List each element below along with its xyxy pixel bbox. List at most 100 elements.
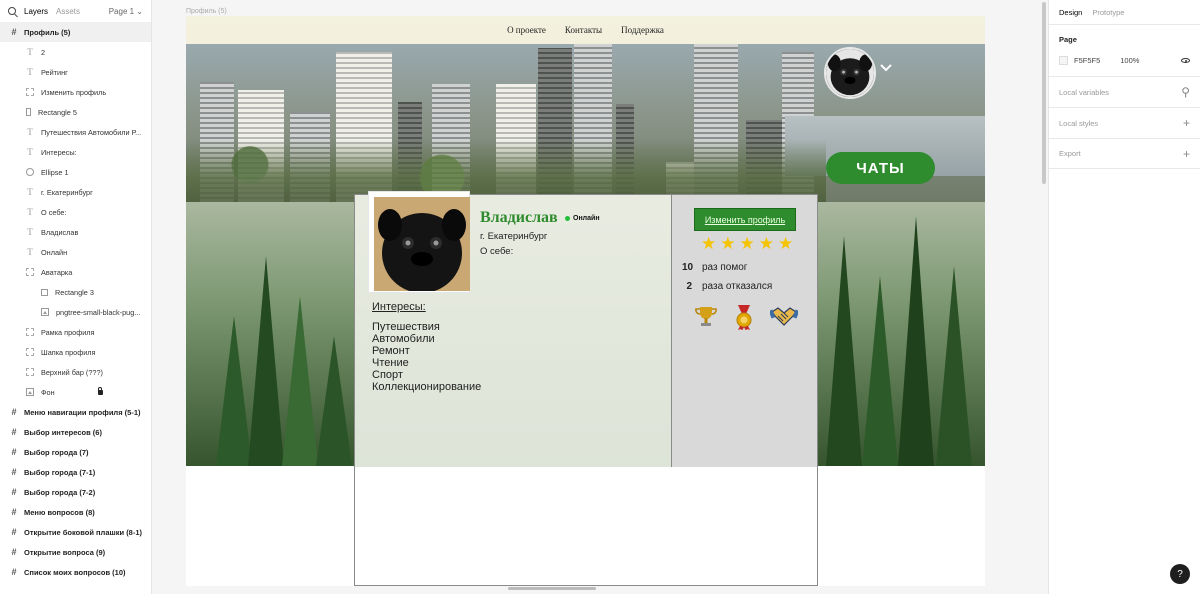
frame-icon: #: [11, 487, 17, 497]
layer-frame-row[interactable]: # Открытие боковой плашки (8-1): [0, 522, 151, 542]
layer-label: Выбор города (7): [24, 447, 89, 457]
profile-card-body: Владислав Онлайн г. Екатеринбург О себе:…: [355, 191, 817, 467]
layer-row[interactable]: pngtree-small-black-pug...: [0, 302, 151, 322]
layer-row[interactable]: T О себе:: [0, 202, 151, 222]
design-canvas[interactable]: Профиль (5) О проекте Контакты Поддержка…: [152, 0, 1048, 594]
profile-about-label: О себе:: [480, 246, 514, 257]
profile-name: Владислав: [480, 209, 558, 226]
layer-row[interactable]: Рамка профиля: [0, 322, 151, 342]
star-icon: ★: [778, 234, 794, 253]
layer-row[interactable]: Изменить профиль: [0, 82, 151, 102]
layer-row[interactable]: T Онлайн: [0, 242, 151, 262]
frame-label[interactable]: Профиль (5): [186, 8, 227, 15]
text-icon: T: [27, 127, 33, 137]
star-icon: ★: [701, 234, 717, 253]
layer-row[interactable]: T Рейтинг: [0, 62, 151, 82]
layer-row[interactable]: Ellipse 1: [0, 162, 151, 182]
layer-frame-row[interactable]: # Открытие вопроса (9): [0, 542, 151, 562]
chevron-down-icon[interactable]: [880, 62, 892, 74]
edit-profile-button[interactable]: Изменить профиль: [694, 208, 796, 231]
interest-item: Путешествия: [372, 321, 440, 333]
layer-frame-row[interactable]: # Меню навигации профиля (5-1): [0, 402, 151, 422]
online-label: Онлайн: [573, 215, 600, 222]
frame-icon: #: [11, 567, 17, 577]
layer-row[interactable]: Rectangle 5: [0, 102, 151, 122]
fill-swatch[interactable]: [1059, 56, 1068, 65]
layer-row[interactable]: T2: [0, 42, 151, 62]
layer-row[interactable]: Аватарка: [0, 262, 151, 282]
export-section[interactable]: Export +: [1049, 138, 1200, 169]
rectangle-icon: [41, 288, 48, 296]
text-icon: T: [27, 207, 33, 217]
plus-icon[interactable]: +: [1183, 147, 1190, 161]
layer-frame-profile[interactable]: # Профиль (5): [0, 22, 151, 42]
horizontal-scrollbar[interactable]: [508, 587, 596, 590]
group-icon: [26, 328, 34, 336]
layer-row[interactable]: Верхний бар (???): [0, 362, 151, 382]
plus-icon[interactable]: +: [1183, 116, 1190, 130]
layer-label: Онлайн: [41, 247, 68, 257]
page-selector[interactable]: Page 1 ⌄: [109, 7, 143, 16]
tab-assets[interactable]: Assets: [56, 7, 80, 16]
group-icon: [26, 268, 34, 276]
group-icon: [26, 348, 34, 356]
nav-link-support[interactable]: Поддержка: [621, 25, 664, 35]
layer-label: Рамка профиля: [41, 327, 95, 337]
layer-frame-row[interactable]: # Выбор города (7-1): [0, 462, 151, 482]
profile-frame[interactable]: О проекте Контакты Поддержка ЧАТЫ Владис…: [186, 16, 985, 586]
trophy-icon: [695, 307, 717, 326]
rectangle-icon: [26, 108, 31, 116]
section-label: Local styles: [1059, 118, 1099, 128]
achievement-badges: [694, 304, 798, 330]
nav-link-about[interactable]: О проекте: [507, 25, 546, 35]
layer-label: Аватарка: [41, 267, 73, 277]
tab-prototype[interactable]: Prototype: [1092, 8, 1124, 17]
header-avatar[interactable]: [824, 47, 876, 99]
layer-row[interactable]: T Интересы:: [0, 142, 151, 162]
chats-button[interactable]: ЧАТЫ: [826, 152, 935, 184]
layer-label: О себе:: [41, 207, 67, 217]
layer-row[interactable]: Фон: [0, 382, 151, 402]
layer-label: Ellipse 1: [41, 167, 69, 177]
pug-photo-icon: [374, 197, 470, 291]
sliders-icon[interactable]: ⚲: [1181, 85, 1190, 99]
help-button[interactable]: ?: [1170, 564, 1190, 584]
interests-title: Интересы:: [372, 301, 426, 313]
search-icon[interactable]: [8, 7, 16, 15]
frame-icon: #: [11, 427, 17, 437]
fill-hex[interactable]: F5F5F5: [1074, 56, 1100, 65]
stat-value: 10: [682, 262, 694, 273]
layer-row[interactable]: T Владислав: [0, 222, 151, 242]
layer-label: 2: [41, 47, 46, 57]
nav-link-contacts[interactable]: Контакты: [565, 25, 602, 35]
layer-label: Изменить профиль: [41, 87, 107, 97]
tab-design[interactable]: Design: [1059, 8, 1082, 17]
interest-item: Ремонт: [372, 345, 410, 357]
layer-frame-row[interactable]: # Список моих вопросов (10): [0, 562, 151, 582]
page-section-title: Page: [1059, 35, 1077, 44]
layer-label: г. Екатеринбург: [41, 187, 93, 197]
lock-icon[interactable]: [97, 386, 103, 395]
chevron-down-icon: ⌄: [136, 6, 143, 16]
layer-frame-row[interactable]: # Меню вопросов (8): [0, 502, 151, 522]
layer-row[interactable]: Шапка профиля: [0, 342, 151, 362]
stat-value: 2: [686, 281, 692, 292]
tab-layers[interactable]: Layers: [24, 7, 48, 16]
layer-frame-row[interactable]: # Выбор города (7-2): [0, 482, 151, 502]
layer-row[interactable]: Rectangle 3: [0, 282, 151, 302]
layer-label: Верхний бар (???): [41, 367, 103, 377]
local-variables-section[interactable]: Local variables ⚲: [1049, 76, 1200, 107]
local-styles-section[interactable]: Local styles +: [1049, 107, 1200, 138]
group-icon: [26, 368, 34, 376]
layers-panel-header: Layers Assets Page 1 ⌄: [0, 0, 151, 22]
layer-frame-row[interactable]: # Выбор города (7): [0, 442, 151, 462]
vertical-scrollbar[interactable]: [1042, 2, 1046, 184]
profile-photo[interactable]: [374, 197, 470, 291]
layer-frame-row[interactable]: # Выбор интересов (6): [0, 422, 151, 442]
layer-row[interactable]: T Путешествия Автомобили Р...: [0, 122, 151, 142]
page-fill-row[interactable]: F5F5F5 100%: [1059, 56, 1190, 65]
eye-icon[interactable]: [1181, 58, 1190, 63]
fill-opacity[interactable]: 100%: [1120, 56, 1139, 65]
profile-city: г. Екатеринбург: [480, 231, 548, 242]
layer-row[interactable]: Tг. Екатеринбург: [0, 182, 151, 202]
